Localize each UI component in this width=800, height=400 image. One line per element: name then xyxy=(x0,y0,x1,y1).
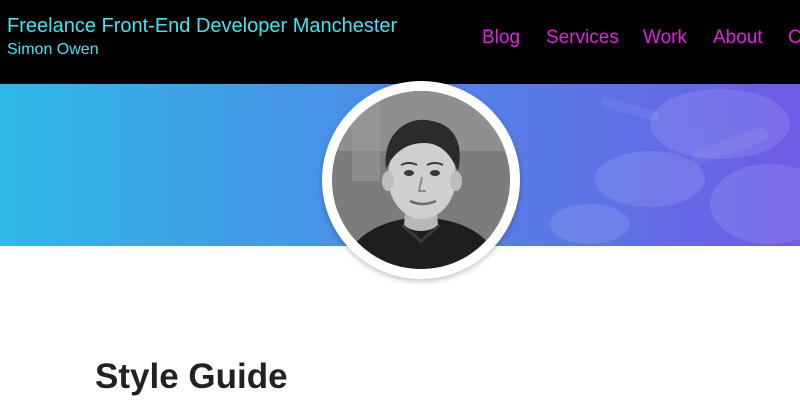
site-header: Freelance Front-End Developer Manchester… xyxy=(0,0,800,84)
page: Freelance Front-End Developer Manchester… xyxy=(0,0,800,400)
nav-link-blog[interactable]: Blog xyxy=(482,26,520,50)
avatar-frame xyxy=(322,81,520,279)
nav-link-work[interactable]: Work xyxy=(643,26,687,50)
site-title-link[interactable]: Freelance Front-End Developer Manchester xyxy=(7,14,397,38)
nav-link-contact[interactable]: Contact xyxy=(788,26,800,50)
main-nav: Blog Services Work About Contact xyxy=(482,26,800,52)
page-title: Style Guide xyxy=(95,357,288,396)
nav-link-services[interactable]: Services xyxy=(546,26,619,50)
nav-link-about[interactable]: About xyxy=(713,26,763,50)
site-subtitle: Simon Owen xyxy=(7,41,99,58)
profile-photo-icon xyxy=(332,91,510,269)
